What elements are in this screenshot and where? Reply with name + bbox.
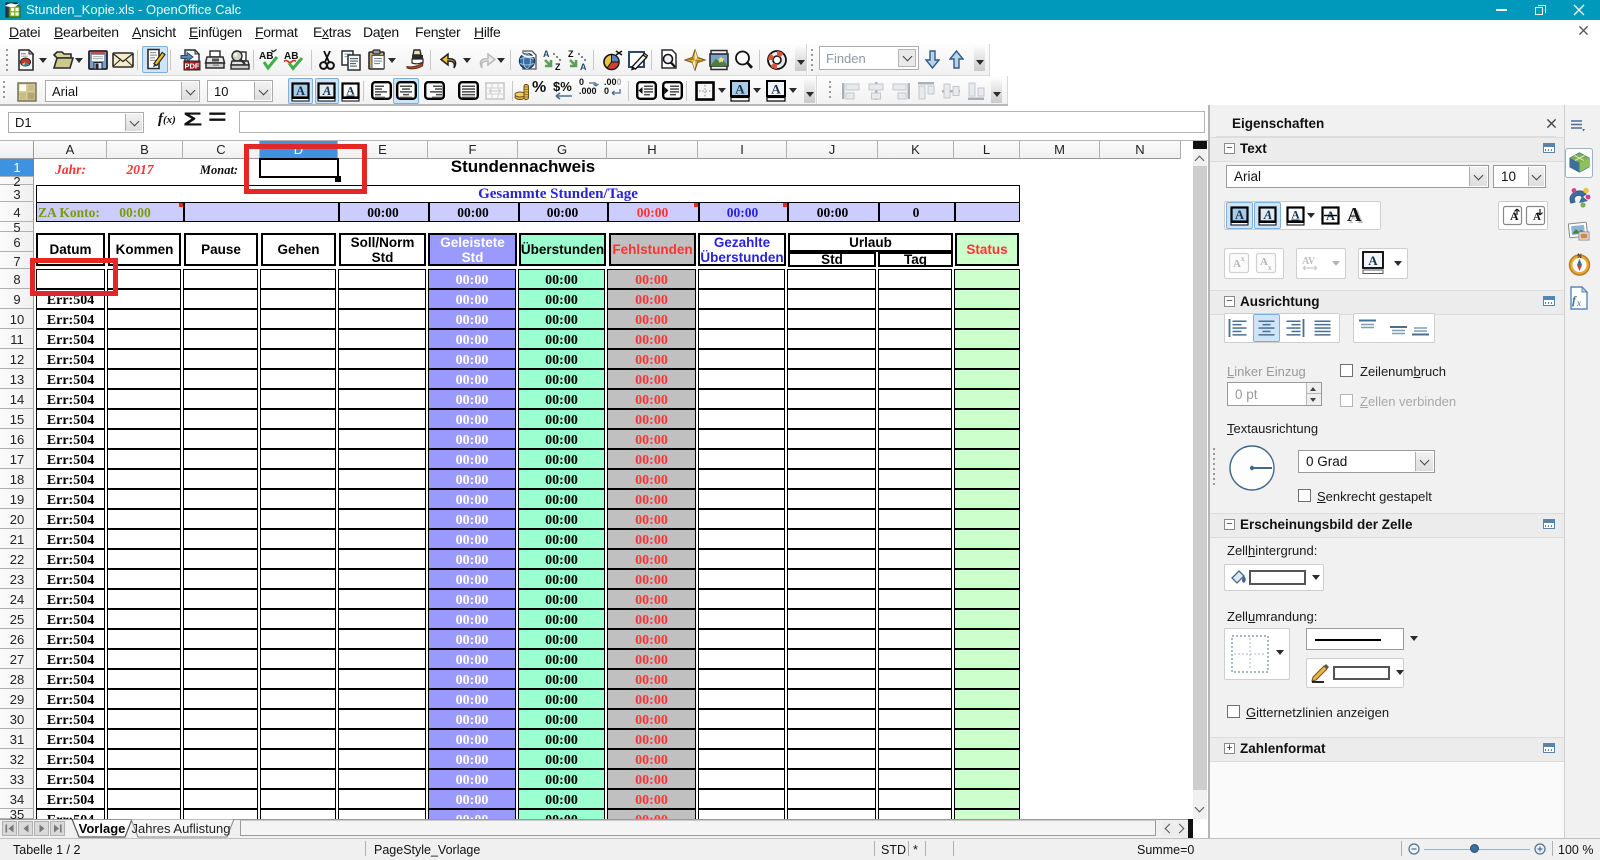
svg-text:A: A [1368,253,1378,268]
svg-text:A: A [1235,208,1244,222]
svg-text:A: A [580,62,587,71]
svg-text:x: x [1576,298,1581,308]
svg-text:A: A [346,86,355,98]
svg-text:A: A [1260,256,1268,268]
svg-text:Z: Z [555,62,561,71]
svg-text:A: A [1263,208,1272,222]
svg-text:x: x [1268,264,1272,272]
svg-text:A: A [1233,258,1241,270]
svg-text:Z: Z [568,49,574,59]
svg-text:A: A [735,82,745,97]
svg-text:A: A [771,82,781,97]
svg-text:AB: AB [259,51,273,62]
svg-text:A: A [296,84,305,98]
svg-text:x: x [1241,255,1245,263]
svg-text:A: A [1291,210,1300,222]
svg-text:A: A [322,84,331,98]
svg-text:PDF: PDF [185,62,200,71]
svg-text:AV: AV [1302,256,1316,267]
svg-text:A: A [543,49,550,59]
svg-text:N: N [1577,254,1581,260]
